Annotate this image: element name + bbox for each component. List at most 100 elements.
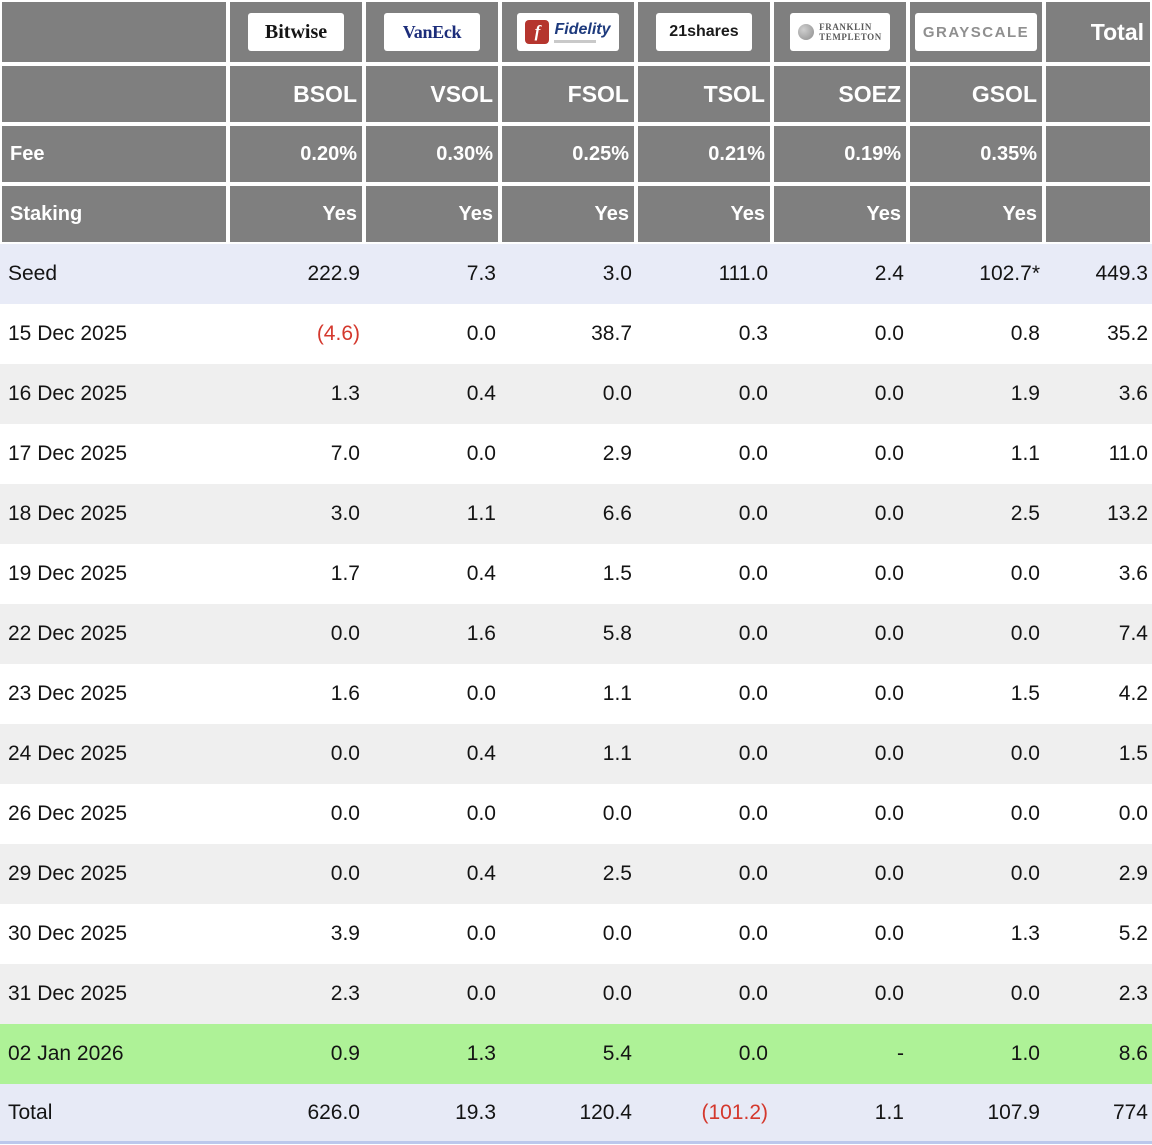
vaneck-wordmark: VanEck	[402, 21, 462, 42]
table-row: Seed 222.9 7.3 3.0 111.0 2.4 102.7* 449.3	[0, 244, 1152, 304]
data-cell: 2.4	[874, 262, 904, 285]
row-label: 16 Dec 2025	[8, 382, 128, 405]
data-cell: 5.4	[602, 1042, 632, 1065]
data-cell: 7.3	[466, 262, 496, 285]
21shares-logo-cell: 21shares	[636, 0, 772, 64]
data-cell: 0.0	[330, 802, 360, 825]
ticker-row-label	[0, 64, 228, 124]
data-cell: 0.4	[466, 862, 496, 885]
data-cell: 0.0	[1118, 802, 1148, 825]
row-label: Total	[8, 1100, 53, 1124]
fee-cell: 0.21%	[636, 124, 772, 184]
row-label: 29 Dec 2025	[8, 862, 128, 885]
data-cell: 0.8	[1010, 322, 1040, 345]
data-cell: 0.0	[738, 922, 768, 945]
row-label: Seed	[8, 262, 58, 285]
row-label: 15 Dec 2025	[8, 322, 128, 345]
data-cell: 1.5	[1010, 682, 1040, 705]
fee-row-label: Fee	[0, 124, 228, 184]
data-cell: 0.0	[1010, 862, 1040, 885]
data-cell: 120.4	[579, 1100, 632, 1124]
data-cell: 1.3	[330, 382, 360, 405]
ticker-bsol: BSOL	[228, 64, 364, 124]
data-cell: 2.5	[602, 862, 632, 885]
data-cell: 0.0	[738, 862, 768, 885]
data-cell: -	[897, 1042, 904, 1065]
data-cell: 449.3	[1095, 262, 1148, 285]
data-cell: 1.9	[1010, 382, 1040, 405]
data-cell: 0.0	[602, 382, 632, 405]
data-cell: 0.0	[466, 322, 496, 345]
data-cell: 0.0	[1010, 562, 1040, 585]
data-cell: 4.2	[1118, 682, 1148, 705]
data-cell: 0.0	[1010, 622, 1040, 645]
data-cell: 0.0	[738, 802, 768, 825]
data-cell: 0.0	[874, 322, 904, 345]
data-cell: 0.0	[1010, 982, 1040, 1005]
bitwise-wordmark: Bitwise	[264, 20, 328, 43]
staking-cell: Yes	[500, 184, 636, 244]
franklin-line2: TEMPLETON	[819, 32, 882, 42]
vaneck-logo: VanEck	[384, 13, 480, 51]
table-row: 18 Dec 2025 3.0 1.1 6.6 0.0 0.0 2.5 13.2	[0, 484, 1152, 544]
row-label: 26 Dec 2025	[8, 802, 128, 825]
data-cell: 0.0	[330, 742, 360, 765]
data-cell: 3.0	[602, 262, 632, 285]
staking-cell: Yes	[772, 184, 908, 244]
data-cell: 0.0	[466, 922, 496, 945]
data-cell: 1.1	[602, 742, 632, 765]
table-row: 22 Dec 2025 0.0 1.6 5.8 0.0 0.0 0.0 7.4	[0, 604, 1152, 664]
fidelity-logo-cell: f Fidelity	[500, 0, 636, 64]
fee-cell: 0.19%	[772, 124, 908, 184]
data-cell: 7.4	[1118, 622, 1148, 645]
table-row: 29 Dec 2025 0.0 0.4 2.5 0.0 0.0 0.0 2.9	[0, 844, 1152, 904]
data-cell: 0.0	[874, 622, 904, 645]
data-cell: 8.6	[1118, 1042, 1148, 1065]
fee-row: Fee 0.20% 0.30% 0.25% 0.21% 0.19% 0.35%	[0, 124, 1152, 184]
data-cell: 1.1	[602, 682, 632, 705]
row-label: 24 Dec 2025	[8, 742, 128, 765]
data-cell: 1.3	[1010, 922, 1040, 945]
data-cell: 2.5	[1010, 502, 1040, 525]
staking-cell: Yes	[228, 184, 364, 244]
data-cell: 11.0	[1108, 442, 1148, 465]
row-label: 30 Dec 2025	[8, 922, 128, 945]
21shares-wordmark: 21shares	[669, 23, 739, 40]
data-cell: 1.6	[330, 682, 360, 705]
table-row: Total 626.0 19.3 120.4 (101.2) 1.1 107.9 774	[0, 1084, 1152, 1141]
bitwise-logo-cell: Bitwise	[228, 0, 364, 64]
data-cell: 0.0	[738, 442, 768, 465]
data-cell: 0.0	[738, 622, 768, 645]
data-cell: 0.0	[738, 682, 768, 705]
table-row: 30 Dec 2025 3.9 0.0 0.0 0.0 0.0 1.3 5.2	[0, 904, 1152, 964]
franklin-templeton-logo-cell: FRANKLIN TEMPLETON	[772, 0, 908, 64]
fidelity-wordmark: Fidelity	[554, 20, 611, 38]
data-cell: 0.0	[1010, 802, 1040, 825]
data-cell: 0.0	[738, 502, 768, 525]
data-cell: 38.7	[591, 322, 632, 345]
data-cell: 0.4	[466, 382, 496, 405]
data-cell: 1.5	[1118, 742, 1148, 765]
data-cell: 2.9	[602, 442, 632, 465]
data-cell: 102.7*	[979, 262, 1040, 285]
row-label: 19 Dec 2025	[8, 562, 128, 585]
data-cell: 5.8	[602, 622, 632, 645]
staking-cell: Yes	[364, 184, 500, 244]
data-cell: 111.0	[718, 262, 768, 285]
data-cell: 0.0	[874, 382, 904, 405]
staking-cell: Yes	[908, 184, 1044, 244]
fee-cell: 0.35%	[908, 124, 1044, 184]
data-cell: 0.0	[738, 562, 768, 585]
franklin-line1: FRANKLIN	[819, 21, 872, 32]
data-cell: 1.1	[874, 1100, 904, 1124]
data-cell: 0.0	[602, 922, 632, 945]
data-cell: 0.0	[330, 622, 360, 645]
table-row: 24 Dec 2025 0.0 0.4 1.1 0.0 0.0 0.0 1.5	[0, 724, 1152, 784]
data-cell: 0.0	[738, 742, 768, 765]
data-cell: 0.0	[874, 862, 904, 885]
data-cell: 107.9	[987, 1100, 1040, 1124]
data-cell: 0.0	[874, 502, 904, 525]
data-cell: 1.0	[1010, 1042, 1040, 1065]
grayscale-logo: GRAYSCALE	[914, 13, 1038, 51]
21shares-logo: 21shares	[656, 13, 752, 51]
